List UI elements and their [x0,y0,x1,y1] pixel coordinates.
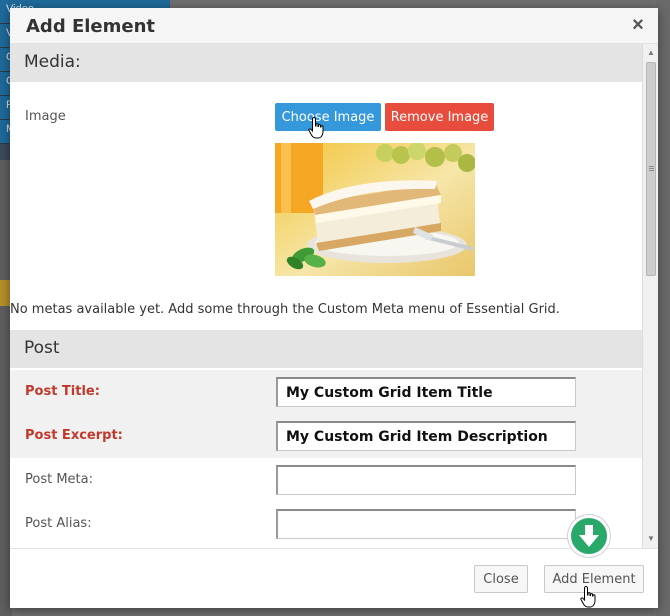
post-meta-label: Post Meta: [25,472,93,487]
post-alias-row: Post Alias: [10,502,642,546]
image-label: Image [25,109,66,124]
hand-pointer-icon [580,586,596,608]
close-button[interactable]: Close [474,565,528,593]
post-excerpt-row: Post Excerpt: [10,414,642,458]
post-title-input[interactable] [276,377,576,407]
no-metas-message: No metas available yet. Add some through… [10,302,560,317]
background-highlight [0,280,10,306]
scroll-down-arrow-icon[interactable]: ▼ [646,534,656,544]
modal-header: Add Element × [10,8,658,44]
post-excerpt-input[interactable] [276,421,576,451]
background-right-strip [656,0,670,616]
post-section-heading: Post [10,330,642,368]
modal-title: Add Element [26,16,156,37]
add-element-modal: Add Element × Media: Image Choose Image … [10,8,658,608]
post-title-label: Post Title: [25,384,100,399]
arrow-down-circle-icon [568,515,610,557]
hand-pointer-icon [308,117,324,139]
modal-footer: Close Add Element [10,548,658,608]
post-meta-input[interactable] [276,465,576,495]
selected-image-thumbnail [275,143,475,276]
media-section-heading: Media: [10,44,642,82]
post-alias-input[interactable] [276,509,576,539]
post-alias-label: Post Alias: [25,516,92,531]
remove-image-button[interactable]: Remove Image [385,103,494,131]
post-title-row: Post Title: [10,370,642,414]
scrollbar-thumb[interactable] [646,62,656,276]
scroll-up-arrow-icon[interactable]: ▲ [646,48,656,58]
post-excerpt-label: Post Excerpt: [25,428,123,443]
close-icon[interactable]: × [628,14,648,36]
post-meta-row: Post Meta: [10,458,642,502]
choose-image-button[interactable]: Choose Image [275,103,381,131]
modal-body: Media: Image Choose Image Remove Image N… [10,44,642,548]
modal-scrollbar[interactable]: ▲ ▼ [642,44,658,548]
